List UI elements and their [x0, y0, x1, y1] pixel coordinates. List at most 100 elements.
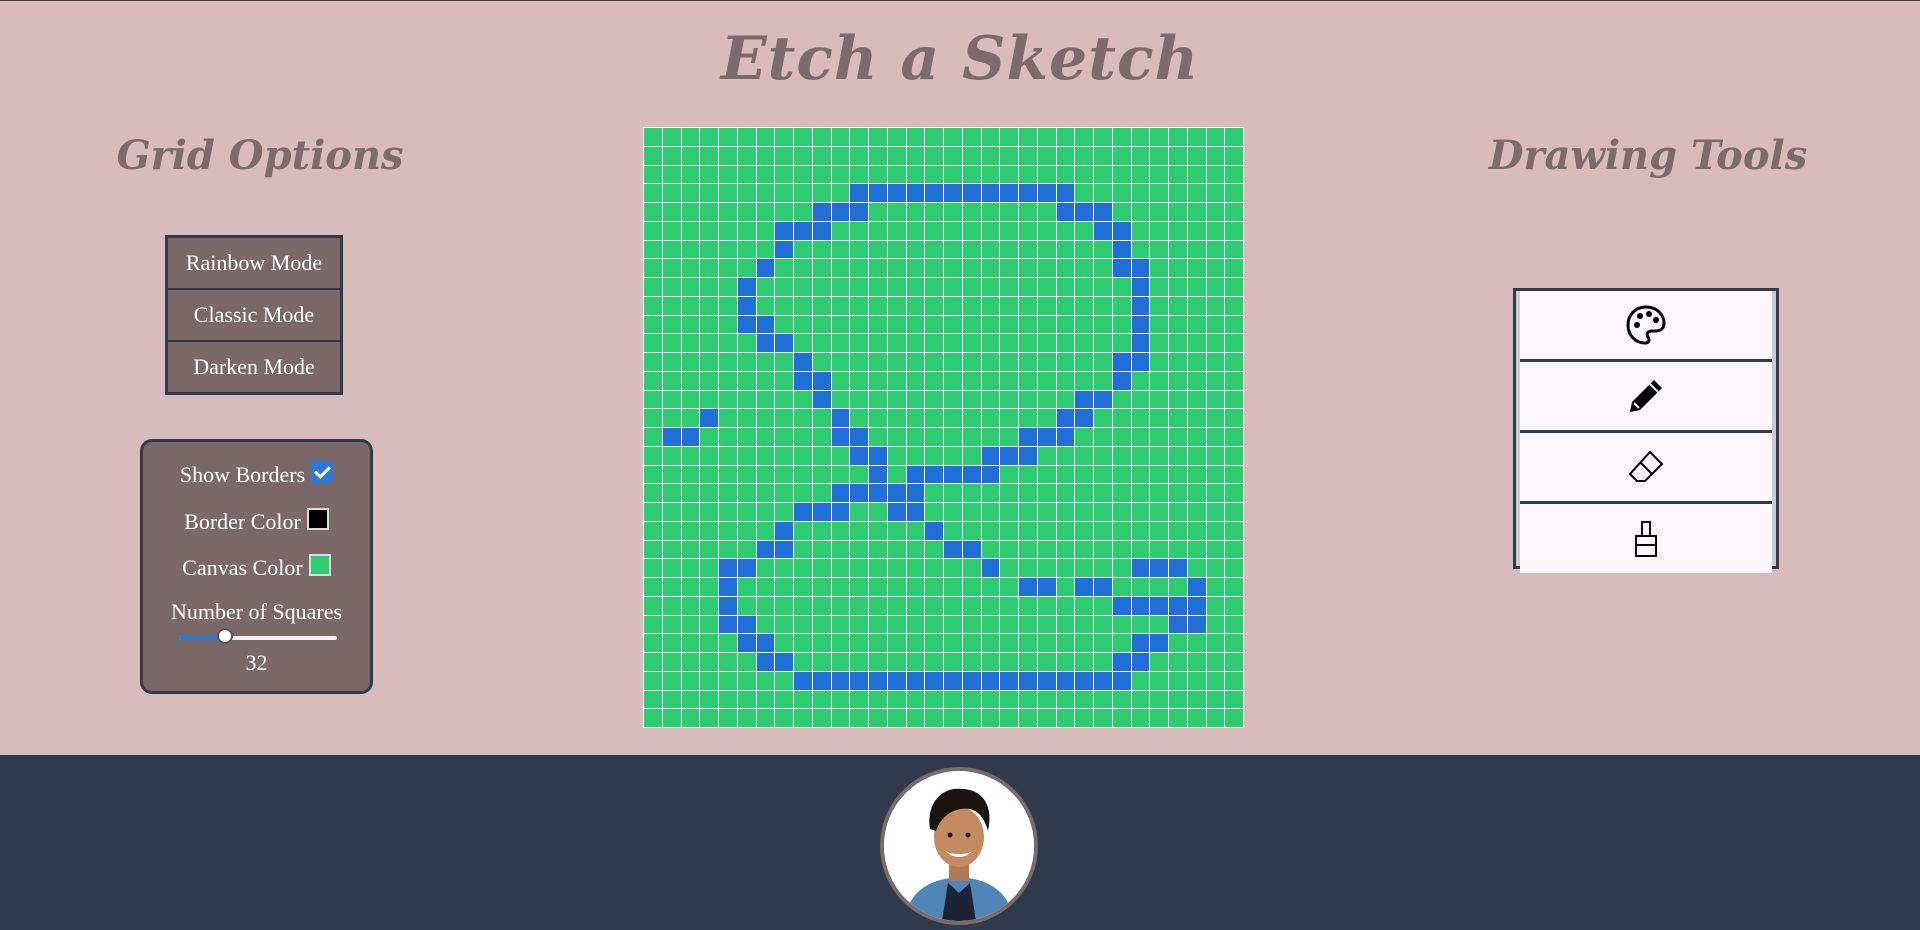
grid-cell[interactable]	[681, 521, 701, 541]
grid-cell[interactable]	[1150, 296, 1169, 316]
grid-cell[interactable]	[1169, 203, 1188, 222]
grid-cell[interactable]	[1094, 203, 1113, 222]
grid-cell[interactable]	[925, 371, 944, 391]
grid-cell[interactable]	[925, 578, 944, 597]
grid-cell[interactable]	[925, 221, 944, 241]
grid-cell[interactable]	[681, 484, 701, 503]
grid-cell[interactable]	[1206, 259, 1226, 278]
grid-cell[interactable]	[887, 184, 907, 203]
grid-cell[interactable]	[1206, 296, 1226, 316]
grid-cell[interactable]	[1131, 409, 1151, 428]
grid-cell[interactable]	[1131, 709, 1151, 728]
grid-cell[interactable]	[794, 596, 813, 616]
grid-cell[interactable]	[944, 240, 963, 260]
grid-cell[interactable]	[775, 709, 794, 728]
grid-cell[interactable]	[1187, 709, 1207, 728]
grid-cell[interactable]	[869, 446, 888, 466]
grid-cell[interactable]	[925, 259, 944, 278]
grid-cell[interactable]	[1056, 559, 1076, 578]
grid-cell[interactable]	[831, 671, 851, 691]
grid-cell[interactable]	[925, 559, 944, 578]
grid-cell[interactable]	[1206, 653, 1226, 672]
grid-cell[interactable]	[831, 296, 851, 316]
grid-cell[interactable]	[662, 203, 682, 222]
grid-cell[interactable]	[981, 484, 1001, 503]
grid-cell[interactable]	[1150, 653, 1169, 672]
grid-cell[interactable]	[681, 446, 701, 466]
grid-cell[interactable]	[869, 390, 888, 410]
grid-cell[interactable]	[719, 634, 738, 653]
grid-cell[interactable]	[831, 409, 851, 428]
grid-cell[interactable]	[681, 296, 701, 316]
grid-cell[interactable]	[925, 521, 944, 541]
grid-cell[interactable]	[1075, 146, 1094, 166]
grid-cell[interactable]	[1037, 446, 1057, 466]
grid-cell[interactable]	[887, 371, 907, 391]
grid-cell[interactable]	[1206, 371, 1226, 391]
grid-cell[interactable]	[756, 634, 776, 653]
grid-cell[interactable]	[869, 221, 888, 241]
grid-cell[interactable]	[1075, 296, 1094, 316]
grid-cell[interactable]	[887, 428, 907, 447]
grid-cell[interactable]	[1075, 446, 1094, 466]
grid-cell[interactable]	[794, 484, 813, 503]
grid-cell[interactable]	[1131, 690, 1151, 710]
grid-cell[interactable]	[944, 521, 963, 541]
grid-cell[interactable]	[831, 221, 851, 241]
grid-cell[interactable]	[1075, 334, 1094, 353]
grid-cell[interactable]	[812, 615, 832, 635]
grid-cell[interactable]	[925, 184, 944, 203]
grid-cell[interactable]	[1037, 278, 1057, 297]
grid-cell[interactable]	[756, 690, 776, 710]
grid-cell[interactable]	[1056, 259, 1076, 278]
grid-cell[interactable]	[925, 315, 944, 335]
grid-cell[interactable]	[1225, 409, 1244, 428]
grid-cell[interactable]	[681, 653, 701, 672]
grid-cell[interactable]	[737, 559, 757, 578]
grid-cell[interactable]	[1112, 596, 1132, 616]
grid-cell[interactable]	[1019, 709, 1038, 728]
grid-cell[interactable]	[1056, 653, 1076, 672]
grid-cell[interactable]	[962, 578, 982, 597]
grid-cell[interactable]	[737, 221, 757, 241]
grid-cell[interactable]	[1056, 165, 1076, 185]
grid-cell[interactable]	[906, 203, 926, 222]
grid-cell[interactable]	[850, 409, 869, 428]
grid-cell[interactable]	[794, 634, 813, 653]
grid-cell[interactable]	[1225, 221, 1244, 241]
grid-cell[interactable]	[1037, 671, 1057, 691]
grid-cell[interactable]	[681, 465, 701, 485]
grid-cell[interactable]	[775, 240, 794, 260]
grid-cell[interactable]	[644, 596, 663, 616]
grid-cell[interactable]	[1000, 446, 1019, 466]
canvas-color-picker[interactable]	[308, 553, 331, 576]
grid-cell[interactable]	[794, 690, 813, 710]
show-borders-checkbox[interactable]	[311, 460, 334, 483]
grid-cell[interactable]	[1019, 221, 1038, 241]
grid-cell[interactable]	[756, 315, 776, 335]
grid-cell[interactable]	[644, 353, 663, 372]
grid-cell[interactable]	[850, 184, 869, 203]
grid-cell[interactable]	[850, 653, 869, 672]
grid-cell[interactable]	[812, 559, 832, 578]
grid-cell[interactable]	[1075, 596, 1094, 616]
grid-cell[interactable]	[1225, 184, 1244, 203]
grid-cell[interactable]	[719, 428, 738, 447]
grid-cell[interactable]	[700, 596, 719, 616]
grid-cell[interactable]	[644, 465, 663, 485]
grid-cell[interactable]	[681, 428, 701, 447]
grid-cell[interactable]	[662, 578, 682, 597]
grid-cell[interactable]	[1000, 409, 1019, 428]
grid-cell[interactable]	[719, 165, 738, 185]
grid-cell[interactable]	[1187, 521, 1207, 541]
grid-cell[interactable]	[644, 296, 663, 316]
grid-cell[interactable]	[1094, 184, 1113, 203]
grid-cell[interactable]	[1131, 465, 1151, 485]
avatar[interactable]	[880, 767, 1038, 925]
grid-cell[interactable]	[1037, 128, 1057, 147]
grid-cell[interactable]	[662, 409, 682, 428]
grid-cell[interactable]	[944, 296, 963, 316]
grid-cell[interactable]	[1056, 428, 1076, 447]
grid-cell[interactable]	[1019, 690, 1038, 710]
grid-cell[interactable]	[1019, 446, 1038, 466]
